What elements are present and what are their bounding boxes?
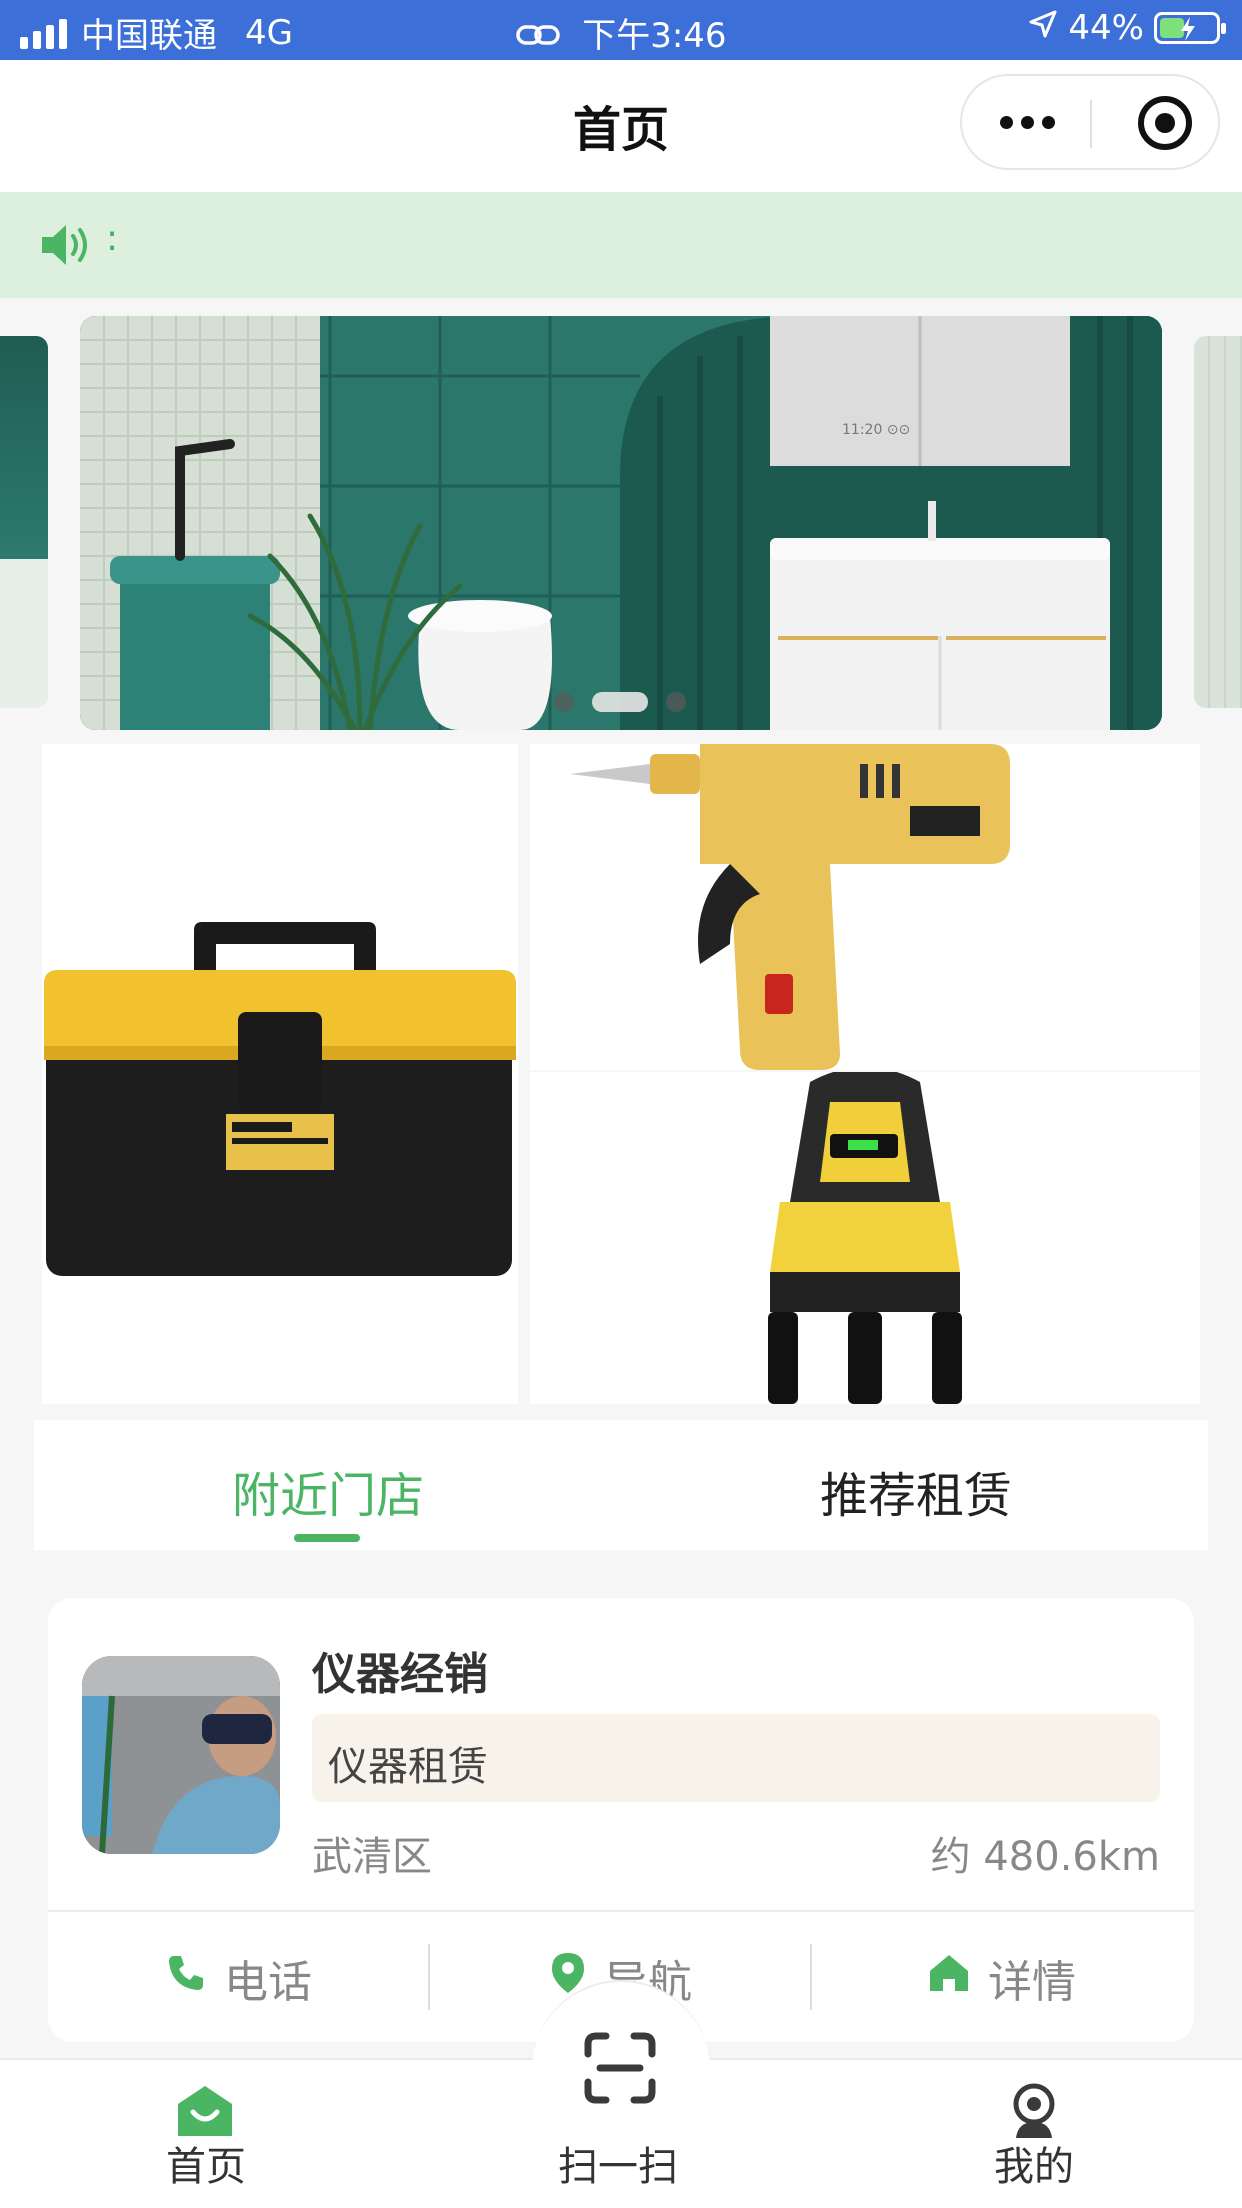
phone-label: 电话 (224, 1957, 312, 2008)
tab-home-label: 首页 (166, 2144, 246, 2190)
profile-icon (1013, 2083, 1055, 2138)
product-glue-gun[interactable] (530, 744, 1200, 1070)
location-arrow-icon (1028, 8, 1058, 48)
capsule-divider (1090, 100, 1092, 148)
link-icon (515, 18, 561, 58)
banner-prev-slide[interactable] (0, 336, 48, 708)
banner-mirror-text: 11:20 ⊙⊙ (842, 422, 910, 438)
phone-button[interactable]: 电话 (166, 1948, 312, 2008)
scan-button-bump[interactable] (532, 1980, 710, 2158)
tab-mine-label: 我的 (994, 2144, 1074, 2190)
home-icon (928, 1953, 970, 2004)
carousel-dot-active[interactable] (592, 692, 648, 712)
details-button[interactable]: 详情 (928, 1948, 1076, 2008)
notice-text: : (106, 218, 119, 259)
details-label: 详情 (988, 1957, 1076, 2008)
status-bar: 中国联通 4G 下午3:46 44% (0, 0, 1242, 60)
tab-recommended-rental[interactable]: 推荐租赁 (820, 1456, 1012, 1526)
carousel-dot[interactable] (554, 692, 574, 712)
store-name: 仪器经销 (312, 1649, 488, 1700)
store-district: 武清区 (312, 1834, 432, 1880)
store-card[interactable]: 仪器经销 仪器租赁 武清区 约 480.6km 电话 导航 详情 (48, 1598, 1194, 2042)
product-laser-level[interactable] (530, 1072, 1200, 1404)
notice-bar[interactable]: : (0, 192, 1242, 298)
banner-next-slide[interactable] (1194, 336, 1242, 708)
tab-scan-label: 扫一扫 (558, 2144, 678, 2190)
phone-icon (166, 1953, 206, 2004)
tab-nearby-stores[interactable]: 附近门店 (232, 1456, 424, 1526)
battery-icon (1154, 12, 1226, 44)
clock-label: 下午3:46 (582, 16, 727, 56)
scan-icon (584, 2032, 656, 2104)
miniprogram-capsule (960, 74, 1220, 170)
product-toolbox[interactable] (42, 744, 518, 1404)
page: 中国联通 4G 下午3:46 44% 首页: 11:20 ⊙⊙ 附近门店 推荐… (0, 0, 1242, 2208)
home-tab-icon (178, 2086, 232, 2136)
carousel-dot[interactable] (666, 692, 686, 712)
active-tab-indicator (294, 1534, 360, 1542)
navigation-bar: 首页 (0, 60, 1242, 192)
battery-percent: 44% (1068, 8, 1144, 48)
store-distance: 约 480.6km (930, 1834, 1160, 1880)
store-avatar (82, 1656, 280, 1854)
action-divider (428, 1944, 430, 2010)
card-divider (48, 1910, 1194, 1912)
more-menu-button[interactable] (1000, 116, 1055, 129)
action-divider (810, 1944, 812, 2010)
store-category-tag: 仪器租赁 (312, 1714, 1160, 1802)
close-target-button[interactable] (1138, 96, 1192, 150)
banner-image[interactable]: 11:20 ⊙⊙ (80, 316, 1162, 730)
store-tabs: 附近门店 推荐租赁 (34, 1420, 1208, 1550)
speaker-icon (40, 222, 100, 268)
